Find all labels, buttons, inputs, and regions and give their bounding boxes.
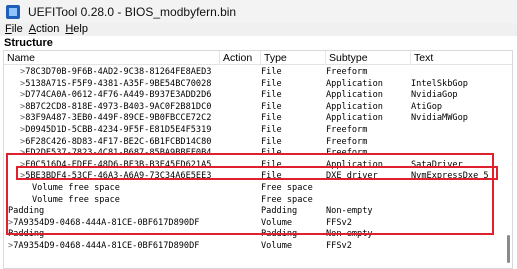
structure-label: Structure bbox=[4, 37, 53, 49]
row-type: File bbox=[261, 90, 282, 101]
row-subtype: Freeform bbox=[326, 125, 368, 135]
column-header-type[interactable]: Type bbox=[261, 51, 326, 65]
column-header-text[interactable]: Text bbox=[411, 51, 512, 65]
row-name: >6F28C426-8D83-4F17-BE2C-6B1FCBD14C80 bbox=[4, 137, 216, 149]
row-subtype: Freeform bbox=[326, 67, 368, 77]
row-name: >78C3D70B-9F6B-4AD2-9C38-81264FE8AED3 bbox=[4, 67, 216, 79]
tree-row[interactable]: >5138A71S-F5F9-4381-A35F-9BE54BC70028 Fil… bbox=[4, 79, 500, 91]
row-text: NvidiaGop bbox=[411, 90, 458, 101]
tree-row[interactable]: >78C3D70B-9F6B-4AD2-9C38-81264FE8AED3 Fil… bbox=[4, 67, 500, 79]
tree-row[interactable]: >D0945D1D-5CBB-4234-9F5F-E81D5E4F5319 Fil… bbox=[4, 125, 500, 137]
row-type: File bbox=[261, 136, 282, 147]
uefitool-icon bbox=[6, 4, 20, 19]
highlight-box-row bbox=[16, 166, 498, 180]
row-name-text: D0945D1D-5CBB-4234-9F5F-E81D5E4F5319 bbox=[25, 125, 212, 135]
row-subtype: Freeform bbox=[326, 136, 368, 147]
column-header-name[interactable]: Name bbox=[4, 51, 220, 65]
structure-tree[interactable]: Name Action Type Subtype Text >78C3D70B-… bbox=[3, 50, 513, 269]
row-type: File bbox=[261, 101, 282, 112]
row-type: File bbox=[261, 113, 282, 124]
row-text: NvidiaMWGop bbox=[411, 113, 468, 124]
row-name: >5138A71S-F5F9-4381-A35F-9BE54BC70028 bbox=[4, 79, 216, 91]
row-name-text: 7A9354D9-0468-444A-81CE-0BF617D890DF bbox=[13, 241, 200, 251]
row-subtype: Application bbox=[326, 113, 383, 124]
row-name: >8B7C2CD8-818E-4973-B403-9AC0F2B81DC0 bbox=[4, 102, 216, 114]
row-type: File bbox=[261, 125, 282, 135]
row-name-text: 78C3D70B-9F6B-4AD2-9C38-81264FE8AED3 bbox=[25, 67, 212, 77]
row-name: >D0945D1D-5CBB-4234-9F5F-E81D5E4F5319 bbox=[4, 125, 216, 137]
row-name-text: D774CA0A-0612-4F76-A449-B937E3ADD2D6 bbox=[25, 90, 212, 101]
row-type: Volume bbox=[261, 241, 293, 251]
window-title: UEFITool 0.28.0 - BIOS_modbyfern.bin bbox=[28, 4, 237, 19]
row-name: >7A9354D9-0468-444A-81CE-0BF617D890DF bbox=[4, 241, 216, 253]
vertical-scrollbar[interactable] bbox=[506, 67, 510, 267]
row-type: File bbox=[261, 78, 282, 89]
menu-file[interactable]: File bbox=[2, 23, 26, 36]
tree-header: Name Action Type Subtype Text bbox=[4, 51, 512, 65]
column-header-subtype[interactable]: Subtype bbox=[326, 51, 411, 65]
row-name-text: 6F28C426-8D83-4F17-BE2C-6B1FCBD14C80 bbox=[25, 136, 212, 147]
row-name-text: 83F9A487-3EB0-449F-89CE-9B0FBCCE72C2 bbox=[25, 113, 212, 124]
row-subtype: Application bbox=[326, 78, 383, 89]
row-text: AtiGop bbox=[411, 101, 443, 112]
tree-row[interactable]: >D774CA0A-0612-4F76-A449-B937E3ADD2D6 Fil… bbox=[4, 90, 500, 102]
row-name: >D774CA0A-0612-4F76-A449-B937E3ADD2D6 bbox=[4, 90, 216, 102]
row-subtype: FFSv2 bbox=[326, 241, 352, 251]
column-header-action[interactable]: Action bbox=[220, 51, 261, 65]
row-name-text: 5138A71S-F5F9-4381-A35F-9BE54BC70028 bbox=[25, 78, 212, 89]
row-text: IntelSkbGop bbox=[411, 78, 468, 89]
row-name: >83F9A487-3EB0-449F-89CE-9B0FBCCE72C2 bbox=[4, 113, 216, 125]
title-bar: UEFITool 0.28.0 - BIOS_modbyfern.bin bbox=[0, 0, 517, 23]
tree-row[interactable]: >6F28C426-8D83-4F17-BE2C-6B1FCBD14C80 Fil… bbox=[4, 137, 500, 149]
menu-action[interactable]: Action bbox=[26, 23, 63, 36]
scroll-thumb[interactable] bbox=[507, 235, 510, 263]
menu-help[interactable]: Help bbox=[62, 23, 91, 36]
row-type: File bbox=[261, 67, 282, 77]
row-subtype: Application bbox=[326, 101, 383, 112]
tree-row[interactable]: >83F9A487-3EB0-449F-89CE-9B0FBCCE72C2 Fil… bbox=[4, 113, 500, 125]
row-name-text: 8B7C2CD8-818E-4973-B403-9AC0F2B81DC0 bbox=[25, 101, 212, 112]
menu-bar: File Action Help bbox=[0, 23, 517, 36]
row-subtype: Application bbox=[326, 90, 383, 101]
tree-row[interactable]: >8B7C2CD8-818E-4973-B403-9AC0F2B81DC0 Fil… bbox=[4, 102, 500, 114]
tree-row[interactable]: >7A9354D9-0468-444A-81CE-0BF617D890DF Vol… bbox=[4, 241, 500, 253]
